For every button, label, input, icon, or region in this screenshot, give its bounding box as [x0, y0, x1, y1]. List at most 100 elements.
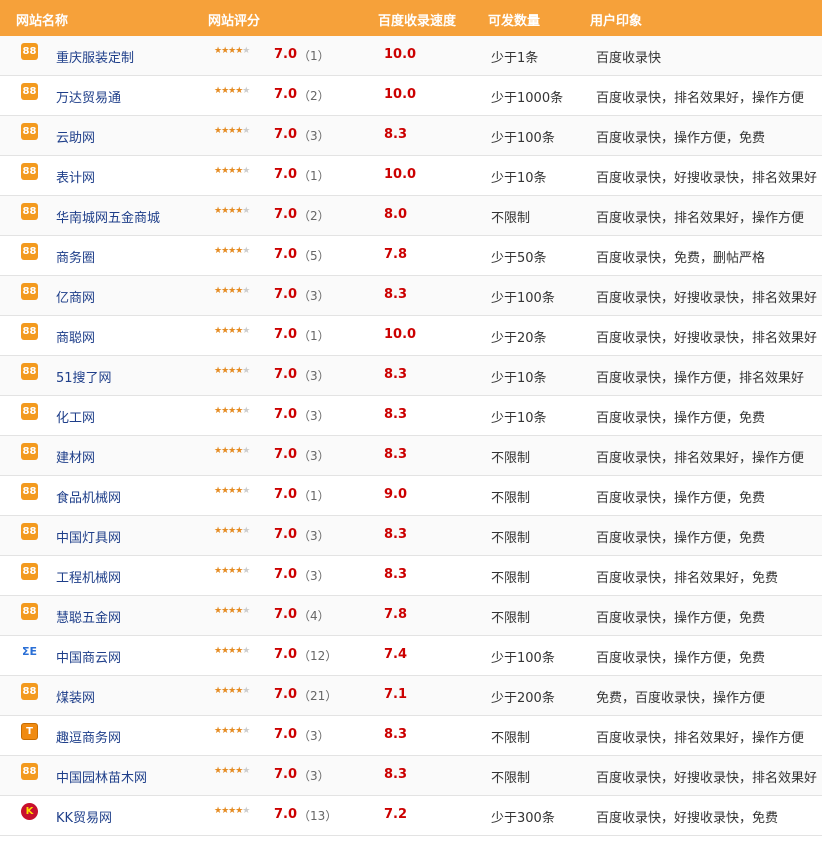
site-name-link[interactable]: 食品机械网	[56, 487, 121, 506]
speed-value: 8.3	[384, 727, 408, 742]
impression-text: 百度收录快，操作方便，排名效果好	[596, 371, 805, 386]
site-logo-icon: 88	[21, 603, 38, 620]
site-name-link[interactable]: 51搜了网	[56, 367, 112, 386]
impression-text: 百度收录快，操作方便，免费	[596, 531, 766, 546]
rating-count[interactable]: （21）	[298, 687, 337, 704]
header-name: 网站名称	[16, 14, 69, 29]
rating-count[interactable]: （3）	[298, 767, 330, 784]
score-value: 7.0	[274, 367, 298, 382]
rating-count[interactable]: （4）	[298, 607, 330, 624]
quantity-value: 少于100条	[491, 651, 555, 666]
table-row: 88 中国园林苗木网 ★★★★★ 7.0 （3） 8.3 不限制 百度收录快，好搜收录快，排名…	[0, 756, 822, 796]
table-row: 88 化工网 ★★★★★ 7.0 （3） 8.3 少于10条 百度收录快，操作方便，免费	[0, 396, 822, 436]
table-row: 88 51搜了网 ★★★★★ 7.0 （3） 8.3 少于10条 百度收录快，操作方便，排名效…	[0, 356, 822, 396]
site-name-link[interactable]: 煤装网	[56, 687, 95, 706]
quantity-value: 少于50条	[491, 251, 547, 266]
header-qty: 可发数量	[488, 14, 541, 29]
site-name-link[interactable]: KK贸易网	[56, 807, 112, 826]
impression-text: 百度收录快，排名效果好，操作方便	[596, 731, 805, 746]
score-value: 7.0	[274, 527, 298, 542]
table-row: 88 万达贸易通 ★★★★★ 7.0 （2） 10.0 少于1000条 百度收录快，排名效果好…	[0, 76, 822, 116]
site-name-link[interactable]: 中国园林苗木网	[56, 767, 147, 786]
quantity-value: 少于10条	[491, 411, 547, 426]
table-row: 88 表计网 ★★★★★ 7.0 （1） 10.0 少于10条 百度收录快，好搜收录快，排名效…	[0, 156, 822, 196]
score-value: 7.0	[274, 447, 298, 462]
table-row: ΣE 中国商云网 ★★★★★ 7.0 （12） 7.4 少于100条 百度收录快，操作方便，免…	[0, 636, 822, 676]
star-rating-icon: ★★★★★	[214, 166, 250, 176]
site-name-link[interactable]: 云助网	[56, 127, 95, 146]
score-value: 7.0	[274, 567, 298, 582]
rating-count[interactable]: （2）	[298, 87, 330, 104]
star-rating-icon: ★★★★★	[214, 726, 250, 736]
rating-count[interactable]: （1）	[298, 167, 330, 184]
score-value: 7.0	[274, 807, 298, 822]
quantity-value: 少于100条	[491, 291, 555, 306]
speed-value: 8.3	[384, 767, 408, 782]
speed-value: 7.4	[384, 647, 408, 662]
rating-count[interactable]: （12）	[298, 647, 337, 664]
table-header: 网站名称 网站评分 百度收录速度 可发数量 用户印象	[0, 0, 822, 36]
star-rating-icon: ★★★★★	[214, 486, 250, 496]
site-name-link[interactable]: 建材网	[56, 447, 95, 466]
site-name-link[interactable]: 趣逗商务网	[56, 727, 121, 746]
speed-value: 8.3	[384, 567, 408, 582]
site-name-link[interactable]: 化工网	[56, 407, 95, 426]
star-rating-icon: ★★★★★	[214, 286, 250, 296]
site-logo-icon: 88	[21, 363, 38, 380]
site-name-link[interactable]: 中国灯具网	[56, 527, 121, 546]
quantity-value: 少于20条	[491, 331, 547, 346]
rating-count[interactable]: （3）	[298, 367, 330, 384]
rating-count[interactable]: （1）	[298, 487, 330, 504]
speed-value: 8.3	[384, 287, 408, 302]
table-row: 88 煤装网 ★★★★★ 7.0 （21） 7.1 少于200条 免费，百度收录快，操作方便	[0, 676, 822, 716]
rating-count[interactable]: （2）	[298, 207, 330, 224]
impression-text: 百度收录快，排名效果好，免费	[596, 571, 779, 586]
rating-count[interactable]: （3）	[298, 127, 330, 144]
quantity-value: 少于10条	[491, 371, 547, 386]
speed-value: 10.0	[384, 327, 417, 342]
site-logo-icon: T	[21, 723, 38, 740]
score-value: 7.0	[274, 327, 298, 342]
impression-text: 百度收录快，好搜收录快，排名效果好	[596, 291, 818, 306]
table-row: 88 亿商网 ★★★★★ 7.0 （3） 8.3 少于100条 百度收录快，好搜收录快，排名效…	[0, 276, 822, 316]
impression-text: 百度收录快，排名效果好，操作方便	[596, 451, 805, 466]
rating-count[interactable]: （13）	[298, 807, 337, 824]
rating-count[interactable]: （3）	[298, 527, 330, 544]
score-value: 7.0	[274, 287, 298, 302]
quantity-value: 不限制	[491, 451, 531, 466]
site-name-link[interactable]: 慧聪五金网	[56, 607, 121, 626]
impression-text: 百度收录快，排名效果好，操作方便	[596, 91, 805, 106]
star-rating-icon: ★★★★★	[214, 566, 250, 576]
score-value: 7.0	[274, 47, 298, 62]
site-name-link[interactable]: 商务圈	[56, 247, 95, 266]
site-name-link[interactable]: 中国商云网	[56, 647, 121, 666]
rating-count[interactable]: （3）	[298, 447, 330, 464]
rating-count[interactable]: （3）	[298, 407, 330, 424]
site-name-link[interactable]: 工程机械网	[56, 567, 121, 586]
star-rating-icon: ★★★★★	[214, 446, 250, 456]
speed-value: 9.0	[384, 487, 408, 502]
table-row: 88 商聪网 ★★★★★ 7.0 （1） 10.0 少于20条 百度收录快，好搜收录快，排名效…	[0, 316, 822, 356]
site-name-link[interactable]: 亿商网	[56, 287, 95, 306]
star-rating-icon: ★★★★★	[214, 326, 250, 336]
site-logo-icon: 88	[21, 563, 38, 580]
site-name-link[interactable]: 华南城网五金商城	[56, 207, 160, 226]
table-row: 88 云助网 ★★★★★ 7.0 （3） 8.3 少于100条 百度收录快，操作方便，免费	[0, 116, 822, 156]
site-name-link[interactable]: 表计网	[56, 167, 95, 186]
site-logo-icon: 88	[21, 83, 38, 100]
table-row: T 趣逗商务网 ★★★★★ 7.0 （3） 8.3 不限制 百度收录快，排名效果好，操作方便	[0, 716, 822, 756]
rating-count[interactable]: （1）	[298, 47, 330, 64]
rating-count[interactable]: （3）	[298, 287, 330, 304]
rating-count[interactable]: （3）	[298, 567, 330, 584]
site-name-link[interactable]: 重庆服装定制	[56, 47, 134, 66]
speed-value: 8.3	[384, 447, 408, 462]
rating-count[interactable]: （3）	[298, 727, 330, 744]
star-rating-icon: ★★★★★	[214, 126, 250, 136]
site-name-link[interactable]: 万达贸易通	[56, 87, 121, 106]
rating-count[interactable]: （5）	[298, 247, 330, 264]
site-name-link[interactable]: 商聪网	[56, 327, 95, 346]
speed-value: 8.3	[384, 407, 408, 422]
quantity-value: 不限制	[491, 731, 531, 746]
site-logo-icon: 88	[21, 43, 38, 60]
rating-count[interactable]: （1）	[298, 327, 330, 344]
